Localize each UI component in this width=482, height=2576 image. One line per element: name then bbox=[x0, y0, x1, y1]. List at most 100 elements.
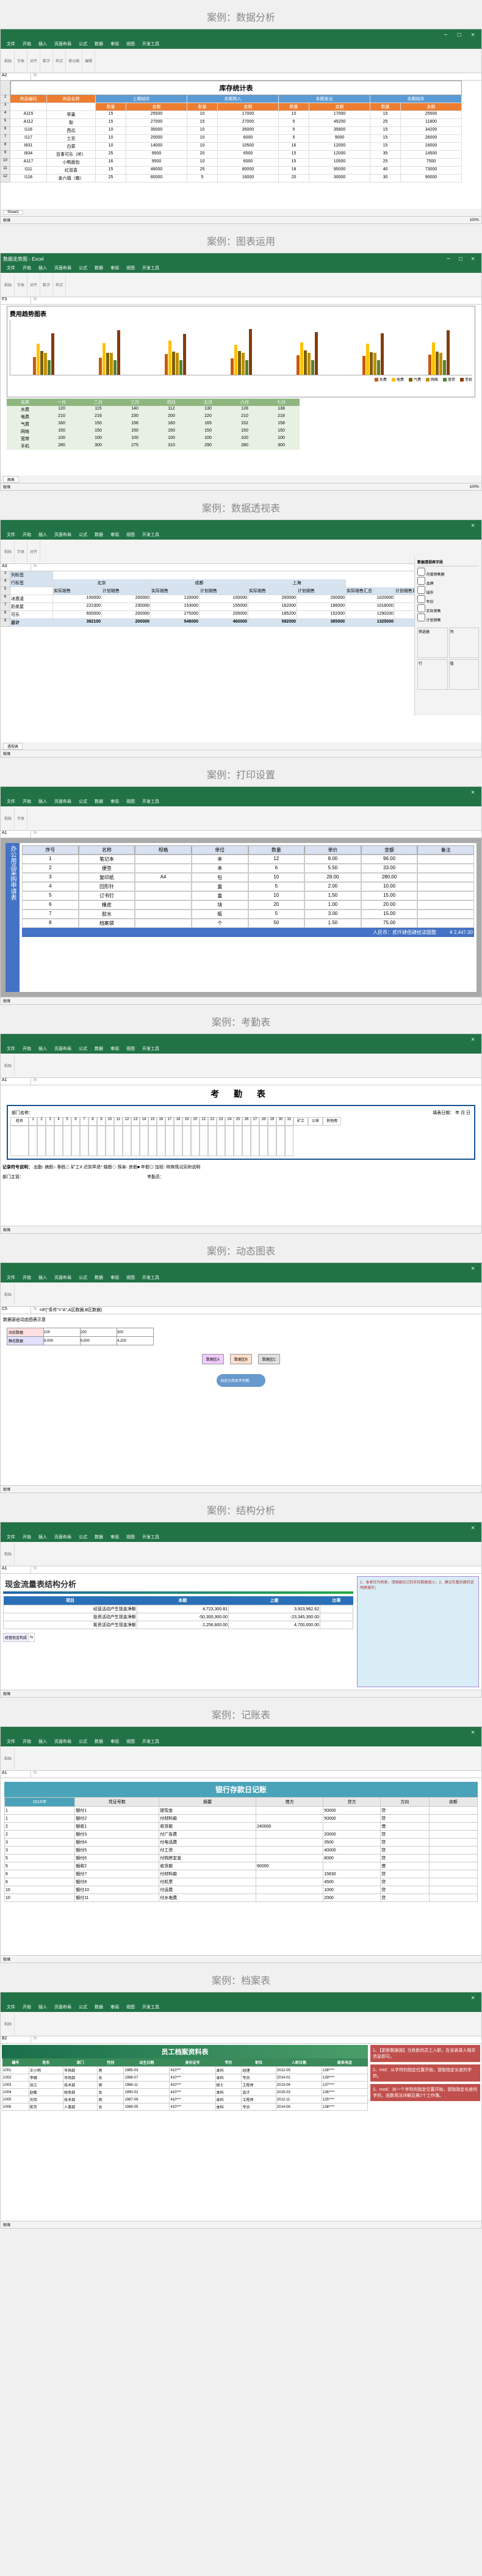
pivot-row[interactable]: 7奶茶屋222300230000153000155000162000186000… bbox=[1, 603, 481, 611]
chart[interactable]: 费用趋势图表 水费电费气费网络宽带手机 bbox=[7, 306, 475, 397]
table-row[interactable]: 气费160150156160165152158 bbox=[7, 421, 475, 428]
menu-item[interactable]: 页面布局 bbox=[51, 1533, 75, 1542]
menu-item[interactable]: 插入 bbox=[35, 1533, 51, 1542]
field-item[interactable]: 年份 bbox=[417, 595, 479, 604]
table-row[interactable]: 3银付4付电话费3500贷 bbox=[5, 1839, 478, 1847]
menu-item[interactable]: 视图 bbox=[123, 264, 138, 273]
pivot-row[interactable]: 6冰激凌100000200000120000100000200000200000… bbox=[1, 595, 481, 603]
table-row[interactable]: 1004赵敏财务部女1990-02410***本科会计2015-03136***… bbox=[2, 2089, 368, 2096]
field-checkbox[interactable] bbox=[417, 595, 425, 603]
table-row[interactable]: 经营活动产生现金净额4,723,300.813,923,962.62 bbox=[4, 1605, 353, 1613]
table-row[interactable]: 8档案袋个501.5075.00 bbox=[22, 919, 474, 928]
menu-item[interactable]: 审阅 bbox=[107, 40, 123, 49]
menu-item[interactable]: 审阅 bbox=[107, 1045, 123, 1054]
menu-item[interactable]: 文件 bbox=[3, 798, 19, 806]
menu-item[interactable]: 插入 bbox=[35, 2003, 51, 2012]
table-row[interactable]: 9I834百事可乐（听）25950020650015120003514500 bbox=[1, 151, 481, 159]
menu-item[interactable]: 文件 bbox=[3, 40, 19, 49]
menu-item[interactable]: 文件 bbox=[3, 531, 19, 540]
table-row[interactable]: 7I117土豆1020000106000590001526000 bbox=[1, 135, 481, 143]
menu-item[interactable]: 开始 bbox=[19, 40, 35, 49]
menu-item[interactable]: 视图 bbox=[123, 1274, 138, 1283]
table-row[interactable]: 5A112梨152700015270005452002511800 bbox=[1, 119, 481, 127]
formula-text[interactable]: =IF("条件"="A",A区数据,B区数据) bbox=[39, 1307, 102, 1314]
menu-item[interactable]: 数据 bbox=[91, 1045, 107, 1054]
close-icon[interactable]: × bbox=[467, 523, 479, 529]
close-icon[interactable]: × bbox=[467, 789, 479, 796]
menu-item[interactable]: 文件 bbox=[3, 264, 19, 273]
menu-item[interactable]: 开始 bbox=[19, 1045, 35, 1054]
menu-item[interactable]: 页面布局 bbox=[51, 798, 75, 806]
table-row[interactable]: 1银付2付材料款50000贷 bbox=[5, 1815, 478, 1823]
field-checkbox[interactable] bbox=[417, 577, 425, 585]
menu-item[interactable]: 数据 bbox=[91, 264, 107, 273]
ribbon-clipboard[interactable]: 粘贴 bbox=[2, 50, 15, 71]
menu-item[interactable]: 页面布局 bbox=[51, 1045, 75, 1054]
menu-item[interactable]: 视图 bbox=[123, 1533, 138, 1542]
table-row[interactable]: 3银付5付工资40000贷 bbox=[5, 1847, 478, 1854]
menu-item[interactable]: 文件 bbox=[3, 1738, 19, 1746]
menu-item[interactable]: 页面布局 bbox=[51, 1274, 75, 1283]
menu-item[interactable]: 公式 bbox=[75, 1274, 91, 1283]
window-controls[interactable]: − □ × bbox=[440, 32, 479, 38]
table-row[interactable]: 5银付6付购房定金8000贷 bbox=[5, 1854, 478, 1862]
table-row[interactable]: 11I111红双喜1548000258000018950004073000 bbox=[1, 167, 481, 175]
close-icon[interactable]: × bbox=[467, 256, 479, 262]
table-row[interactable]: 6I116西瓜103500010350005358001534200 bbox=[1, 127, 481, 135]
menu-item[interactable]: 文件 bbox=[3, 1045, 19, 1054]
table-row[interactable]: 8I831白菜1014000101050016120001516000 bbox=[1, 143, 481, 151]
table-row[interactable]: 电费210216230200220210218 bbox=[7, 413, 475, 421]
ribbon-align[interactable]: 对齐 bbox=[27, 50, 40, 71]
fx-icon[interactable]: fx bbox=[31, 73, 39, 80]
menu-item[interactable]: 数据 bbox=[91, 40, 107, 49]
menu-item[interactable]: 开始 bbox=[19, 264, 35, 273]
table-row[interactable]: 水费120115140112130128138 bbox=[7, 406, 475, 413]
menu-item[interactable]: 开发工具 bbox=[138, 1045, 163, 1054]
menu-item[interactable]: 插入 bbox=[35, 1738, 51, 1746]
table-row[interactable]: 7胶水瓶53.0015.00 bbox=[22, 910, 474, 919]
sheet-tab[interactable]: 图表 bbox=[3, 476, 19, 483]
menu-item[interactable]: 视图 bbox=[123, 798, 138, 806]
menu-item[interactable]: 视图 bbox=[123, 531, 138, 540]
minimize-icon[interactable]: − bbox=[442, 256, 455, 262]
menu-item[interactable]: 审阅 bbox=[107, 1738, 123, 1746]
table-row[interactable]: 1005刘伟技术部男1987-09410***本科工程师2012-11135**… bbox=[2, 2096, 368, 2104]
table-row[interactable]: 3复印纸A4包1028.00280.00 bbox=[22, 873, 474, 882]
ribbon-editing[interactable]: 编辑 bbox=[82, 50, 95, 71]
menu-item[interactable]: 公式 bbox=[75, 1045, 91, 1054]
menu-item[interactable]: 开始 bbox=[19, 1274, 35, 1283]
menu-item[interactable]: 公式 bbox=[75, 531, 91, 540]
menu-item[interactable]: 视图 bbox=[123, 40, 138, 49]
menu-item[interactable]: 文件 bbox=[3, 1274, 19, 1283]
menu-item[interactable]: 插入 bbox=[35, 531, 51, 540]
menu-item[interactable]: 公式 bbox=[75, 40, 91, 49]
field-item[interactable]: 品牌 bbox=[417, 577, 479, 586]
menu-item[interactable]: 插入 bbox=[35, 1045, 51, 1054]
menu-item[interactable]: 数据 bbox=[91, 1274, 107, 1283]
field-checkbox[interactable] bbox=[417, 604, 425, 612]
field-item[interactable]: 实际销售 bbox=[417, 604, 479, 613]
pivot-col-label[interactable]: 列标签 bbox=[10, 571, 53, 579]
menu-item[interactable]: 开发工具 bbox=[138, 1738, 163, 1746]
menu-item[interactable]: 数据 bbox=[91, 1738, 107, 1746]
formula-bar[interactable]: A2 fx bbox=[1, 73, 481, 81]
menu-item[interactable]: 页面布局 bbox=[51, 264, 75, 273]
menu-item[interactable]: 公式 bbox=[75, 2003, 91, 2012]
field-checkbox[interactable] bbox=[417, 568, 425, 576]
table-row[interactable]: 6银付7付材料款15630贷 bbox=[5, 1870, 478, 1878]
menu-item[interactable]: 开发工具 bbox=[138, 1533, 163, 1542]
menu-item[interactable]: 开发工具 bbox=[138, 531, 163, 540]
ribbon[interactable]: 粘贴 字体 对齐 数字 样式 单元格 编辑 bbox=[1, 49, 481, 73]
menu-item[interactable]: 开始 bbox=[19, 798, 35, 806]
table-row[interactable]: 投资活动产生现金净额-50,300,300.00-23,345,300.00 bbox=[4, 1613, 353, 1621]
ribbon-number[interactable]: 数字 bbox=[40, 50, 53, 71]
table-row[interactable]: 1002李娜市场部女1988-07410***本科专员2014-02139***… bbox=[2, 2074, 368, 2082]
table-row[interactable]: 6橡皮块201.0020.00 bbox=[22, 900, 474, 910]
menu-item[interactable]: 公式 bbox=[75, 1533, 91, 1542]
menu-item[interactable]: 开发工具 bbox=[138, 40, 163, 49]
menu-item[interactable]: 插入 bbox=[35, 1274, 51, 1283]
pivot-filter-area[interactable]: 筛选器 bbox=[417, 628, 448, 658]
ribbon-font[interactable]: 字体 bbox=[15, 50, 27, 71]
menu-item[interactable]: 页面布局 bbox=[51, 2003, 75, 2012]
menu-item[interactable]: 开始 bbox=[19, 2003, 35, 2012]
